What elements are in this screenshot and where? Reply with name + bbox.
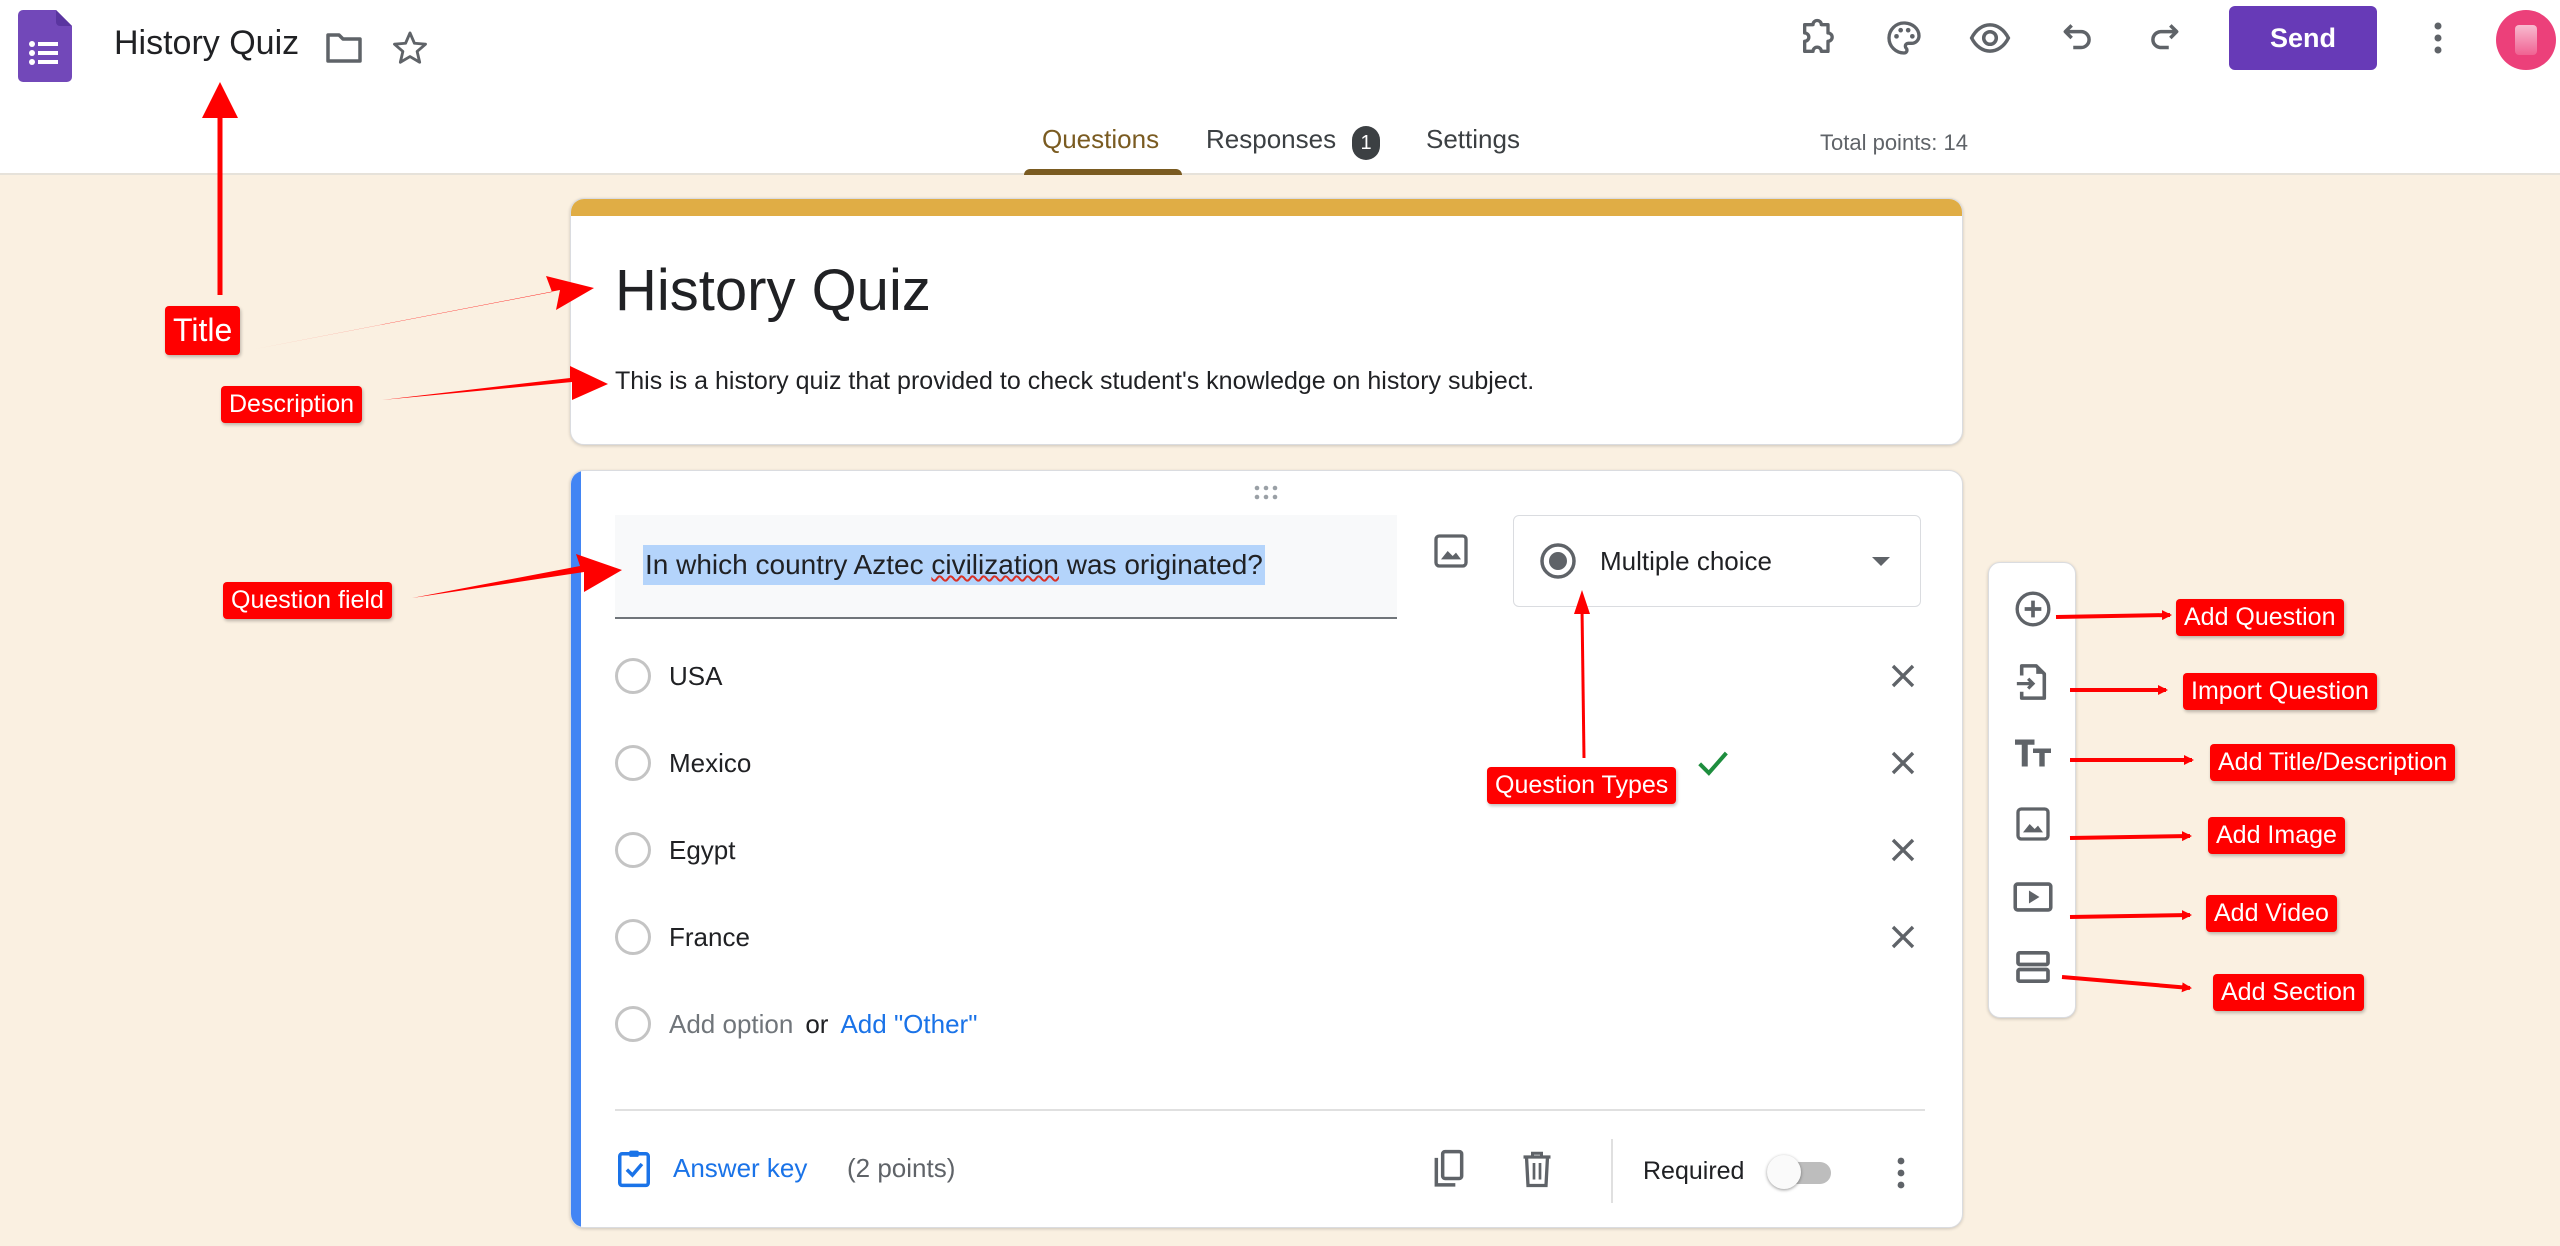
send-button[interactable]: Send	[2229, 6, 2377, 70]
preview-eye-icon[interactable]	[1966, 14, 2014, 62]
annotation-add-section: Add Section	[2213, 974, 2364, 1011]
add-question-icon[interactable]	[2009, 585, 2057, 633]
remove-option-icon[interactable]	[1881, 654, 1925, 698]
answer-key-button[interactable]: Answer key	[615, 1147, 807, 1189]
option-radio[interactable]	[615, 745, 651, 781]
top-header: History Quiz Send Questions Responses 1 …	[0, 0, 2560, 175]
option-label[interactable]: Mexico	[669, 748, 751, 779]
question-title-input[interactable]: In which country Aztec civilization was …	[615, 515, 1397, 619]
question-text-part: In which country Aztec	[645, 549, 932, 580]
annotation-add-image: Add Image	[2208, 817, 2345, 854]
question-more-options-icon[interactable]	[1877, 1149, 1925, 1197]
annotation-title: Title	[165, 306, 241, 355]
form-description-input[interactable]: This is a history quiz that provided to …	[615, 367, 1534, 396]
annotation-description: Description	[221, 386, 363, 423]
delete-icon[interactable]	[1513, 1145, 1561, 1193]
footer-divider	[615, 1109, 1925, 1111]
drag-handle-icon[interactable]	[1249, 483, 1283, 503]
annotation-add-title-description: Add Title/Description	[2210, 744, 2456, 781]
option-label[interactable]: USA	[669, 661, 722, 692]
add-section-icon[interactable]	[2009, 943, 2057, 991]
tab-responses[interactable]: Responses	[1206, 124, 1336, 155]
palette-icon[interactable]	[1880, 14, 1928, 62]
undo-icon[interactable]	[2054, 14, 2102, 62]
duplicate-icon[interactable]	[1425, 1145, 1473, 1193]
google-forms-icon[interactable]	[18, 10, 72, 82]
required-label: Required	[1643, 1157, 1745, 1185]
annotation-question-types: Question Types	[1487, 767, 1677, 804]
option-label[interactable]: Egypt	[669, 835, 736, 866]
arrow-add-section	[2061, 975, 2192, 993]
responses-count-badge: 1	[1352, 126, 1380, 160]
question-text-part: was originated?	[1058, 549, 1263, 580]
option-radio[interactable]	[615, 919, 651, 955]
option-row: USA	[615, 651, 1925, 701]
arrow-add-image	[2069, 831, 2192, 842]
add-option-input[interactable]: Add option	[669, 1009, 793, 1040]
add-image-icon[interactable]	[2009, 800, 2057, 848]
dropdown-caret-icon	[1872, 556, 1890, 566]
required-toggle[interactable]	[1767, 1155, 1837, 1189]
question-type-dropdown[interactable]: Multiple choice	[1513, 515, 1921, 607]
annotation-add-video: Add Video	[2206, 895, 2337, 932]
total-points: Total points: 14	[1820, 130, 1968, 155]
theme-accent-bar	[571, 199, 1962, 216]
option-radio[interactable]	[615, 658, 651, 694]
answer-key-label: Answer key	[673, 1152, 808, 1183]
active-question-indicator	[571, 471, 581, 1227]
arrow-add-video	[2069, 910, 2192, 921]
star-icon[interactable]	[386, 24, 434, 72]
add-title-description-icon[interactable]	[2009, 729, 2057, 777]
add-image-to-question-icon[interactable]	[1431, 531, 1481, 581]
import-questions-icon[interactable]	[2009, 658, 2057, 706]
question-type-label: Multiple choice	[1600, 545, 1772, 576]
question-text[interactable]: In which country Aztec civilization was …	[643, 545, 1265, 585]
question-points: (2 points)	[847, 1153, 956, 1183]
option-radio	[615, 1006, 651, 1042]
addons-icon[interactable]	[1794, 14, 1842, 62]
misspelled-word: civilization	[931, 549, 1059, 580]
active-tab-indicator	[1024, 169, 1182, 175]
annotation-question-field: Question field	[223, 582, 392, 619]
option-row: France	[615, 912, 1925, 962]
account-avatar[interactable]	[2496, 10, 2556, 70]
add-option-row: Add option or Add "Other"	[615, 999, 1925, 1049]
footer-vertical-divider	[1611, 1139, 1613, 1203]
tab-settings[interactable]: Settings	[1426, 124, 1520, 155]
redo-icon[interactable]	[2140, 14, 2188, 62]
form-title-card: History Quiz This is a history quiz that…	[570, 198, 1963, 445]
correct-answer-check-icon	[1693, 743, 1737, 787]
add-other-link[interactable]: Add "Other"	[840, 1009, 977, 1040]
document-title[interactable]: History Quiz	[114, 24, 299, 63]
add-video-icon[interactable]	[2009, 873, 2057, 921]
remove-option-icon[interactable]	[1881, 741, 1925, 785]
form-title-input[interactable]: History Quiz	[615, 257, 931, 324]
avatar-image	[2515, 25, 2537, 55]
remove-option-icon[interactable]	[1881, 915, 1925, 959]
option-label[interactable]: France	[669, 922, 750, 953]
annotation-add-question: Add Question	[2176, 599, 2344, 636]
question-card: In which country Aztec civilization was …	[570, 470, 1963, 1228]
annotation-import-question: Import Question	[2183, 673, 2377, 710]
or-text: or	[805, 1008, 829, 1039]
folder-icon[interactable]	[320, 24, 368, 72]
arrow-title-to-form-title	[250, 276, 594, 350]
side-toolbar	[1988, 562, 2076, 1018]
answer-key-icon	[618, 1150, 650, 1188]
option-row: Egypt	[615, 825, 1925, 875]
remove-option-icon[interactable]	[1881, 828, 1925, 872]
toggle-knob	[1767, 1155, 1801, 1189]
option-radio[interactable]	[615, 832, 651, 868]
more-vert-icon[interactable]	[2414, 14, 2462, 62]
radio-button-icon	[1540, 543, 1576, 579]
tab-questions[interactable]: Questions	[1042, 124, 1159, 155]
